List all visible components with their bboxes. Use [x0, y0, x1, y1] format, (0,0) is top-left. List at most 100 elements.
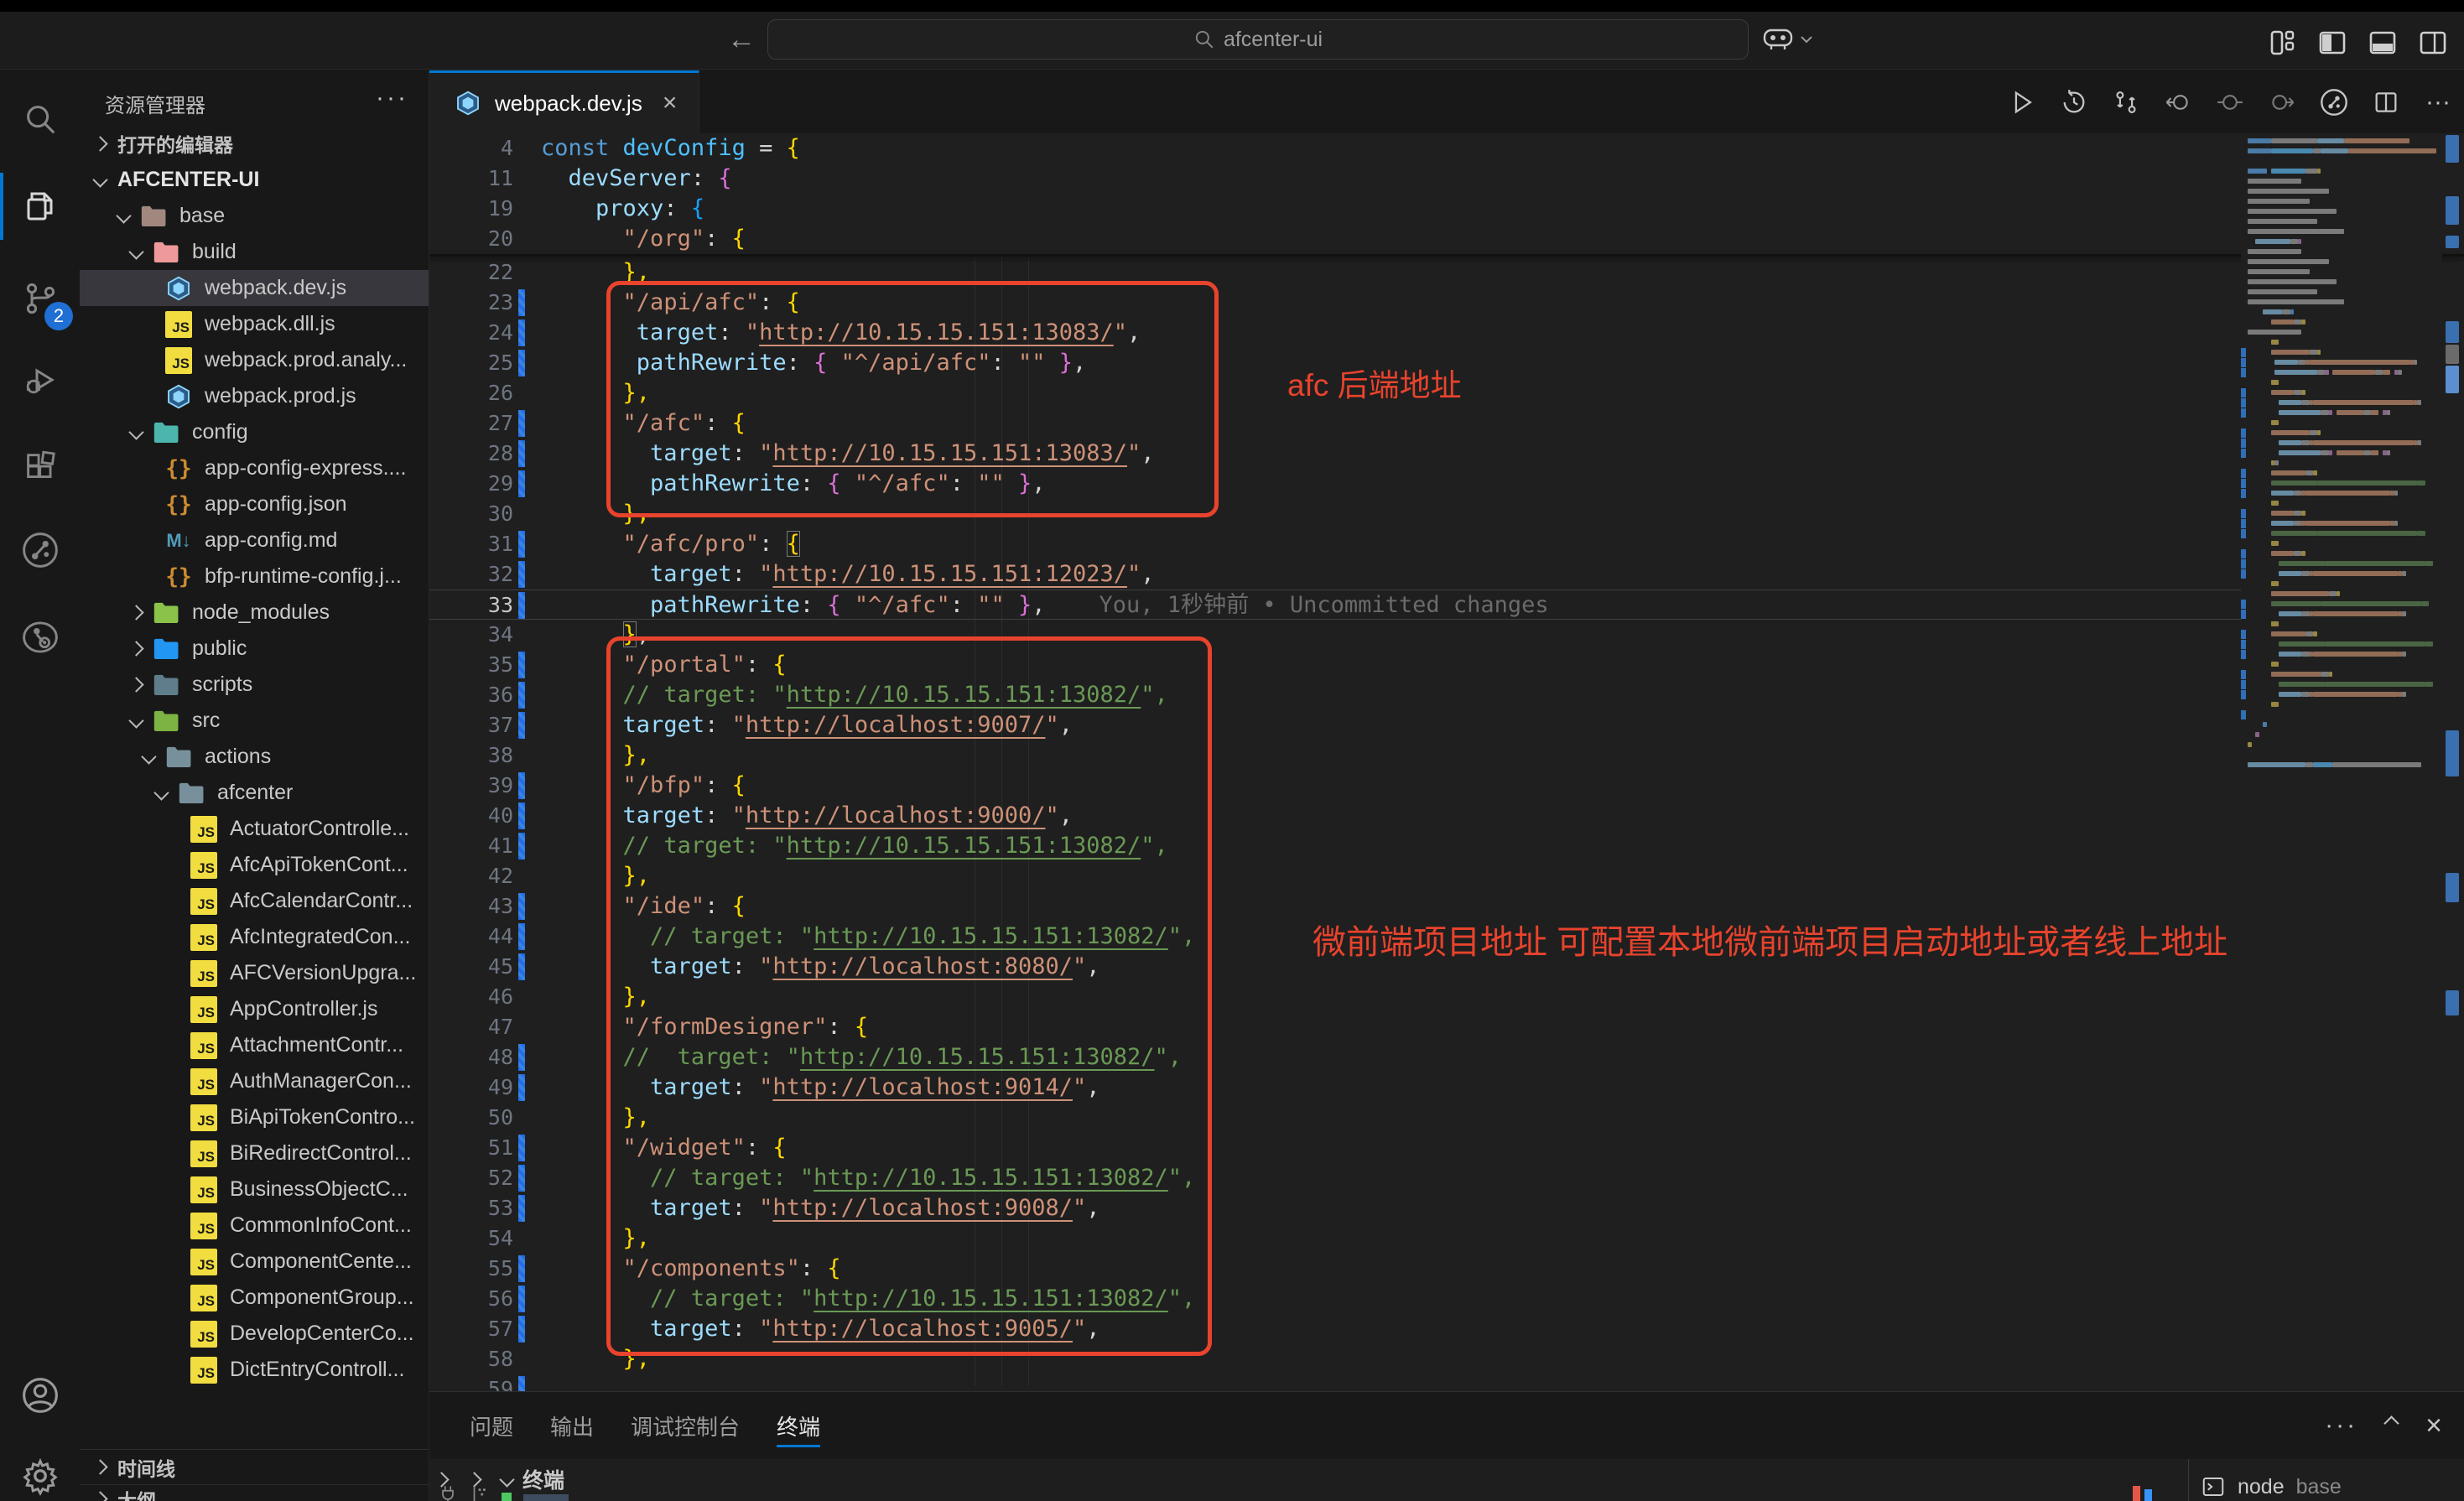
code-line-32[interactable]: 32 target: "http://10.15.15.151:12023/", — [429, 559, 2241, 589]
tree-item-app-config-express....[interactable]: {}app-config-express.... — [80, 450, 429, 486]
code-line-40[interactable]: 40 target: "http://localhost:9000/", — [429, 801, 2241, 831]
code-line-27[interactable]: 27 "/afc": { — [429, 408, 2241, 439]
terminal-tab-node[interactable]: node base — [2201, 1474, 2342, 1499]
code-line-38[interactable]: 38 }, — [429, 740, 2241, 771]
code-line-44[interactable]: 44 // target: "http://10.15.15.151:13082… — [429, 922, 2241, 952]
tree-item-DevelopCenterCo...[interactable]: JSDevelopCenterCo... — [80, 1316, 429, 1352]
code-line-35[interactable]: 35 "/portal": { — [429, 650, 2241, 680]
tree-item-AppController.js[interactable]: JSAppController.js — [80, 991, 429, 1027]
toggle-panel-icon[interactable] — [2367, 27, 2399, 59]
tree-item-webpack.dev.js[interactable]: webpack.dev.js — [80, 270, 429, 306]
code-line-20[interactable]: 20 "/org": { — [429, 224, 2241, 254]
tree-item-BiApiTokenContro...[interactable]: JSBiApiTokenContro... — [80, 1099, 429, 1135]
code-line-59[interactable]: 59 — [429, 1374, 2241, 1391]
code-line-49[interactable]: 49 target: "http://localhost:9014/", — [429, 1073, 2241, 1103]
toggle-secondary-sidebar-icon[interactable] — [2417, 27, 2449, 59]
tab-webpack-dev-js[interactable]: webpack.dev.js × — [429, 70, 699, 133]
code-line-31[interactable]: 31 "/afc/pro": { — [429, 529, 2241, 559]
code-line-36[interactable]: 36 // target: "http://10.15.15.151:13082… — [429, 680, 2241, 710]
panel-more-icon[interactable]: ··· — [2325, 1411, 2357, 1440]
tab-close-icon[interactable]: × — [663, 89, 678, 117]
tree-item-AttachmentContr...[interactable]: JSAttachmentContr... — [80, 1027, 429, 1063]
nav-back-button[interactable]: ← — [723, 23, 760, 56]
tree-item-build[interactable]: build — [80, 234, 429, 270]
tree-item-bfp-runtime-config.j...[interactable]: {}bfp-runtime-config.j... — [80, 558, 429, 595]
explorer-view-icon[interactable] — [0, 173, 80, 240]
code-line-51[interactable]: 51 "/widget": { — [429, 1133, 2241, 1163]
tree-item-AfcApiTokenCont...[interactable]: JSAfcApiTokenCont... — [80, 847, 429, 883]
toggle-sidebar-icon[interactable] — [2316, 27, 2348, 59]
code-line-33[interactable]: 33 pathRewrite: { "^/afc": "" },You, 1秒钟… — [429, 589, 2241, 620]
code-line-23[interactable]: 23 "/api/afc": { — [429, 288, 2241, 318]
terminal-section-header[interactable]: 终端 — [502, 1464, 564, 1494]
code-line-37[interactable]: 37 target: "http://localhost:9007/", — [429, 710, 2241, 740]
code-editor[interactable]: 4const devConfig = {11 devServer: {19 pr… — [429, 133, 2464, 1391]
tree-item-actions[interactable]: actions — [80, 739, 429, 775]
tree-item-webpack.prod.js[interactable]: webpack.prod.js — [80, 378, 429, 414]
timeline-history-icon[interactable] — [2056, 85, 2092, 120]
nav-dash-circle-icon[interactable] — [2212, 85, 2248, 120]
tree-item-BusinessObjectC...[interactable]: JSBusinessObjectC... — [80, 1171, 429, 1208]
nav-forward-circle-icon[interactable] — [2264, 85, 2300, 120]
tree-item-webpack.dll.js[interactable]: JSwebpack.dll.js — [80, 306, 429, 342]
code-line-47[interactable]: 47 "/formDesigner": { — [429, 1012, 2241, 1042]
code-line-45[interactable]: 45 target: "http://localhost:8080/", — [429, 952, 2241, 982]
code-line-57[interactable]: 57 target: "http://localhost:9005/", — [429, 1314, 2241, 1344]
panel-tab-输出[interactable]: 输出 — [550, 1392, 594, 1459]
extensions-view-icon[interactable] — [0, 434, 80, 501]
tree-item-ActuatorControlle...[interactable]: JSActuatorControlle... — [80, 811, 429, 847]
outline-section[interactable]: 大纲 — [80, 1484, 429, 1501]
panel-tab-调试控制台[interactable]: 调试控制台 — [631, 1392, 740, 1459]
pipeline-circle-icon[interactable] — [2316, 85, 2352, 120]
code-line-28[interactable]: 28 target: "http://10.15.15.151:13083/", — [429, 439, 2241, 469]
tree-item-config[interactable]: config — [80, 414, 429, 450]
panel-tab-终端[interactable]: 终端 — [777, 1392, 820, 1459]
code-line-43[interactable]: 43 "/ide": { — [429, 891, 2241, 922]
code-line-48[interactable]: 48 // target: "http://10.15.15.151:13082… — [429, 1042, 2241, 1073]
command-center-search[interactable]: afcenter-ui — [767, 19, 1749, 60]
tree-item-webpack.prod.analy...[interactable]: JSwebpack.prod.analy... — [80, 342, 429, 378]
code-line-24[interactable]: 24 target: "http://10.15.15.151:13083/", — [429, 318, 2241, 348]
panel-maximize-icon[interactable] — [2386, 1418, 2397, 1433]
panel-tab-问题[interactable]: 问题 — [470, 1392, 513, 1459]
tree-item-app-config.json[interactable]: {}app-config.json — [80, 486, 429, 522]
code-line-54[interactable]: 54 }, — [429, 1223, 2241, 1254]
code-line-39[interactable]: 39 "/bfp": { — [429, 771, 2241, 801]
tree-item-AuthManagerCon...[interactable]: JSAuthManagerCon... — [80, 1063, 429, 1099]
timeline-section[interactable]: 时间线 — [80, 1449, 429, 1484]
code-line-42[interactable]: 42 }, — [429, 861, 2241, 891]
code-line-29[interactable]: 29 pathRewrite: { "^/afc": "" }, — [429, 469, 2241, 499]
tree-item-public[interactable]: public — [80, 631, 429, 667]
source-control-view-icon[interactable]: 2 — [0, 265, 80, 332]
tree-item-afcenter[interactable]: afcenter — [80, 775, 429, 811]
code-line-19[interactable]: 19 proxy: { — [429, 194, 2241, 224]
code-line-50[interactable]: 50 }, — [429, 1103, 2241, 1133]
account-icon[interactable] — [0, 1362, 80, 1429]
code-line-58[interactable]: 58 }, — [429, 1344, 2241, 1374]
run-debug-view-icon[interactable] — [0, 347, 80, 414]
code-line-4[interactable]: 4const devConfig = { — [429, 133, 2241, 164]
open-editors-section[interactable]: 打开的编辑器 — [80, 126, 429, 161]
code-line-22[interactable]: 22 }, — [429, 257, 2241, 288]
customize-layout-icon[interactable] — [2266, 27, 2298, 59]
tree-item-ComponentGroup...[interactable]: JSComponentGroup... — [80, 1280, 429, 1316]
tree-item-DictEntryControll...[interactable]: JSDictEntryControll... — [80, 1352, 429, 1388]
code-line-53[interactable]: 53 target: "http://localhost:9008/", — [429, 1193, 2241, 1223]
tree-item-base[interactable]: base — [80, 198, 429, 234]
tree-item-CommonInfoCont...[interactable]: JSCommonInfoCont... — [80, 1208, 429, 1244]
tree-item-BiRedirectControl...[interactable]: JSBiRedirectControl... — [80, 1135, 429, 1171]
run-file-icon[interactable] — [2004, 85, 2040, 120]
search-view-icon[interactable] — [0, 86, 80, 153]
tree-item-node_modules[interactable]: node_modules — [80, 595, 429, 631]
tree-item-AfcIntegratedCon...[interactable]: JSAfcIntegratedCon... — [80, 919, 429, 955]
tree-item-ComponentCente...[interactable]: JSComponentCente... — [80, 1244, 429, 1280]
terminal-area[interactable]: 终端 node base — [429, 1459, 2464, 1501]
minimap[interactable] — [2241, 133, 2442, 1391]
code-line-25[interactable]: 25 pathRewrite: { "^/api/afc": "" }, — [429, 348, 2241, 378]
tree-item-app-config.md[interactable]: M↓app-config.md — [80, 522, 429, 558]
workspace-root-item[interactable]: AFCENTER-UI — [80, 161, 429, 198]
compare-changes-icon[interactable] — [2108, 85, 2144, 120]
pipeline-view-icon[interactable] — [0, 517, 80, 584]
copilot-menu[interactable] — [1761, 25, 1813, 54]
settings-gear-icon[interactable] — [0, 1442, 80, 1501]
